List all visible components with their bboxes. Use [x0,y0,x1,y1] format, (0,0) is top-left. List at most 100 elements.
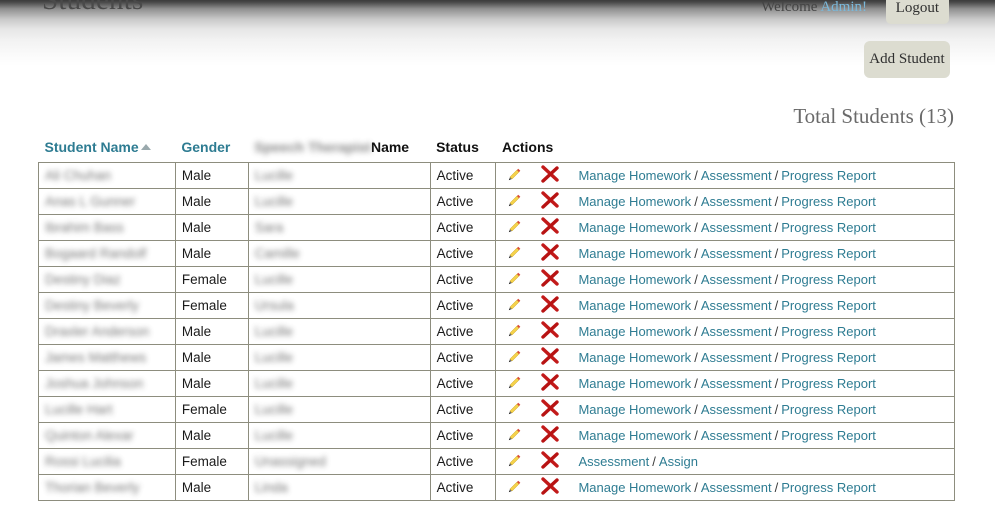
table-row: Joshua Johnson Male Lucille Active Manage Ho… [38,370,955,397]
assessment-link[interactable]: Assessment [701,246,772,261]
cell-status: Active [429,370,497,397]
cell-gender: Female [174,292,249,319]
assessment-link[interactable]: Assessment [701,324,772,339]
pencil-edit-icon[interactable] [500,271,528,289]
manage-homework-link[interactable]: Manage Homework [578,428,691,443]
manage-homework-link[interactable]: Manage Homework [578,272,691,287]
cell-status: Active [429,422,497,449]
pencil-edit-icon[interactable] [500,479,528,497]
sort-ascending-icon[interactable] [140,144,151,150]
assessment-link[interactable]: Assessment [701,376,772,391]
progress-report-link[interactable]: Progress Report [781,376,876,391]
manage-homework-link[interactable]: Manage Homework [578,376,691,391]
assessment-link[interactable]: Assessment [701,220,772,235]
redacted-student-name: Bogaard Randolf [45,246,147,261]
pencil-edit-icon[interactable] [500,427,528,445]
red-x-delete-icon[interactable] [528,373,572,394]
progress-report-link[interactable]: Progress Report [781,428,876,443]
pencil-edit-icon[interactable] [500,219,528,237]
assessment-link[interactable]: Assessment [701,272,772,287]
cell-therapist-name: Unassigned [247,448,431,475]
manage-homework-link[interactable]: Manage Homework [578,324,691,339]
assessment-link[interactable]: Assessment [578,454,649,469]
table-row: Draxler Anderson Male Lucille Active Manage … [38,318,955,345]
red-x-delete-icon[interactable] [528,269,572,290]
cell-gender: Male [174,214,249,241]
progress-report-link[interactable]: Progress Report [781,168,876,183]
progress-report-link[interactable]: Progress Report [781,324,876,339]
manage-homework-link[interactable]: Manage Homework [578,220,691,235]
student-name-label: Student Name [44,139,139,155]
redacted-therapist-name: Camille [254,246,300,261]
progress-report-link[interactable]: Progress Report [781,350,876,365]
pencil-edit-icon[interactable] [500,167,528,185]
redacted-therapist-name: Lucille [254,376,294,391]
pencil-edit-icon[interactable] [500,297,528,315]
assessment-link[interactable]: Assessment [701,298,772,313]
cell-therapist-name: Lucille [247,266,431,293]
assessment-link[interactable]: Assessment [701,402,772,417]
assessment-link[interactable]: Assessment [701,480,772,495]
table-row: Quinton Alexar Male Lucille Active Manage Ho… [38,422,955,449]
column-header-student-name[interactable]: Student Name [39,139,176,163]
red-x-delete-icon[interactable] [528,321,572,342]
red-x-delete-icon[interactable] [528,165,572,186]
pencil-edit-icon[interactable] [500,323,528,341]
progress-report-link[interactable]: Progress Report [781,194,876,209]
pencil-edit-icon[interactable] [500,453,528,471]
pencil-edit-icon[interactable] [500,401,528,419]
red-x-delete-icon[interactable] [528,451,572,472]
cell-status: Active [429,448,497,475]
pencil-edit-icon[interactable] [500,245,528,263]
redacted-student-name: Rossi Lucilia [45,454,121,469]
assign-link[interactable]: Assign [659,454,698,469]
manage-homework-link[interactable]: Manage Homework [578,350,691,365]
red-x-delete-icon[interactable] [528,347,572,368]
cell-student-name: Draxler Anderson [38,318,176,345]
manage-homework-link[interactable]: Manage Homework [578,168,691,183]
assessment-link[interactable]: Assessment [701,428,772,443]
manage-homework-link[interactable]: Manage Homework [578,194,691,209]
manage-homework-link[interactable]: Manage Homework [578,246,691,261]
pencil-edit-icon[interactable] [500,375,528,393]
pencil-edit-icon[interactable] [500,193,528,211]
progress-report-link[interactable]: Progress Report [781,298,876,313]
table-row: Ali Chuhan Male Lucille Active Manage Homewo… [38,162,955,189]
progress-report-link[interactable]: Progress Report [781,480,876,495]
column-header-status: Status [436,139,479,155]
link-separator: / [694,168,698,183]
assessment-link[interactable]: Assessment [701,168,772,183]
cell-therapist-name: Linda [247,474,431,501]
table-row: Destiny Diaz Female Lucille Active Manage Ho… [38,266,955,293]
manage-homework-link[interactable]: Manage Homework [578,298,691,313]
cell-status: Active [429,292,497,319]
red-x-delete-icon[interactable] [528,477,572,498]
link-separator: / [774,246,779,261]
add-student-button[interactable]: Add Student [864,41,950,78]
link-separator: / [694,220,698,235]
manage-homework-link[interactable]: Manage Homework [578,402,691,417]
red-x-delete-icon[interactable] [528,295,572,316]
red-x-delete-icon[interactable] [528,243,572,264]
progress-report-link[interactable]: Progress Report [781,246,876,261]
progress-report-link[interactable]: Progress Report [781,272,876,287]
red-x-delete-icon[interactable] [528,191,572,212]
pencil-edit-icon[interactable] [500,349,528,367]
assessment-link[interactable]: Assessment [701,194,772,209]
assessment-link[interactable]: Assessment [701,350,772,365]
red-x-delete-icon[interactable] [528,399,572,420]
column-header-gender[interactable]: Gender [175,139,248,163]
logout-button[interactable]: Logout [885,0,949,24]
redacted-student-name: Thorian Beverly [45,480,140,495]
cell-actions: Manage Homework / Assessment / Progress Repo… [495,266,955,293]
action-links: Manage Homework / Assessment / Progress Repo… [572,376,875,391]
admin-link[interactable]: Admin! [820,0,867,15]
red-x-delete-icon[interactable] [528,425,572,446]
manage-homework-link[interactable]: Manage Homework [578,480,691,495]
action-links: Assessment / Assign [572,454,697,469]
redacted-student-name: Lucille Hart [45,402,113,417]
progress-report-link[interactable]: Progress Report [781,402,876,417]
progress-report-link[interactable]: Progress Report [781,220,876,235]
red-x-delete-icon[interactable] [528,217,572,238]
action-links: Manage Homework / Assessment / Progress Repo… [572,272,875,287]
